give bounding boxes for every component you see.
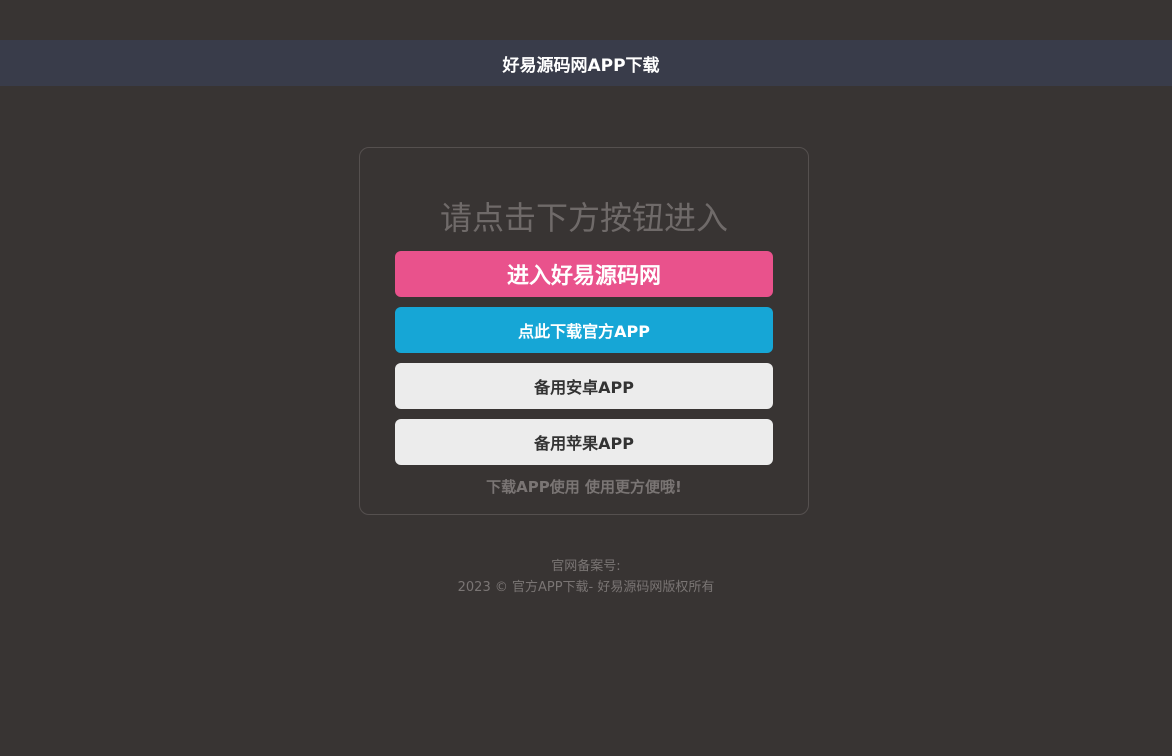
download-card: 请点击下方按钮进入 进入好易源码网 点此下载官方APP 备用安卓APP 备用苹果… <box>359 147 809 515</box>
footer-record-number: 官网备案号: <box>551 559 621 574</box>
enter-site-button-label: 进入好易源码网 <box>506 264 661 289</box>
footer-copyright: 2023 © 官方APP下载- 好易源码网版权所有 <box>457 580 715 595</box>
download-official-app-button-label: 点此下载官方APP <box>518 322 650 341</box>
card-prompt: 请点击下方按钮进入 <box>439 199 728 237</box>
page-footer: 官网备案号: 2023 © 官方APP下载- 好易源码网版权所有 <box>0 556 1172 598</box>
backup-ios-app-button[interactable]: 备用苹果APP <box>395 419 773 465</box>
top-header-bar: 好易源码网APP下载 <box>0 40 1172 86</box>
backup-android-app-button-label: 备用安卓APP <box>534 378 634 397</box>
backup-android-app-button[interactable]: 备用安卓APP <box>395 363 773 409</box>
enter-site-button[interactable]: 进入好易源码网 <box>395 251 773 297</box>
backup-ios-app-button-label: 备用苹果APP <box>534 434 634 453</box>
header-title: 好易源码网APP下载 <box>502 55 660 76</box>
download-official-app-button[interactable]: 点此下载官方APP <box>395 307 773 353</box>
download-tip: 下载APP使用 使用更方便哦! <box>486 478 682 496</box>
